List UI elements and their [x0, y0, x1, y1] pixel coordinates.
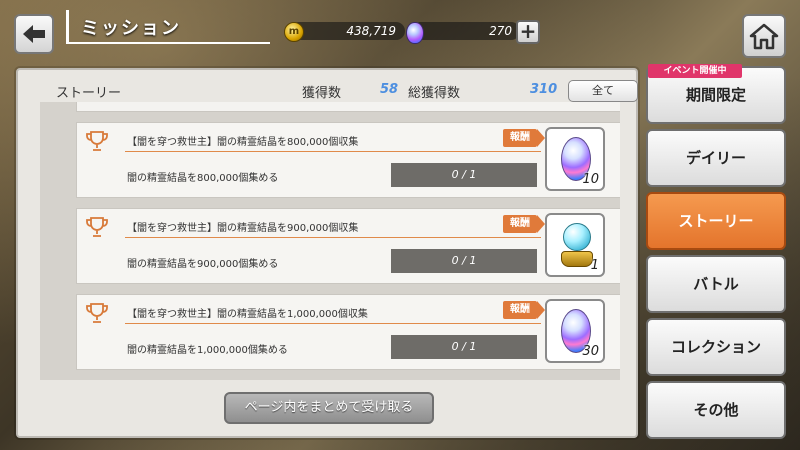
divider	[125, 237, 541, 238]
total-value: 310	[530, 82, 558, 97]
tab-battle[interactable]: バトル	[646, 255, 786, 313]
orb-stand	[561, 251, 593, 267]
list-item: 【闇を穿つ救世主】闇の精霊結晶を900,000個収集 報酬 闇の精霊結晶を900…	[76, 208, 620, 284]
mission-title: 【闇を穿つ救世主】闇の精霊結晶を900,000個収集	[127, 223, 359, 234]
mission-description: 闇の精霊結晶を1,000,000個集める	[127, 345, 288, 356]
mission-title: 【闇を穿つ救世主】闇の精霊結晶を800,000個収集	[127, 137, 359, 148]
reward-badge: 報酬	[503, 301, 545, 319]
crystal-orb-icon	[563, 223, 591, 251]
mission-list[interactable]: 【闇を穿つ救世主】闇の精霊結晶を800,000個収集 報酬 闇の精霊結晶を800…	[40, 102, 620, 380]
back-button[interactable]	[14, 14, 54, 54]
gem-amount: 270	[489, 24, 512, 38]
tab-story[interactable]: ストーリー	[646, 192, 786, 250]
progress-bar: 0 / 1	[391, 335, 537, 359]
panel-header: ストーリー 獲得数 58 総獲得数 310 全て	[40, 76, 638, 102]
gold-amount: 438,719	[346, 24, 396, 38]
list-item: 【闇を穿つ救世主】闇の精霊結晶を1,000,000個収集 報酬 闇の精霊結晶を1…	[76, 294, 620, 370]
reward-quantity: 30	[582, 344, 599, 359]
reward-item[interactable]: 30	[545, 299, 605, 363]
category-label: ストーリー	[56, 86, 122, 101]
collect-all-button[interactable]: ページ内をまとめて受け取る	[224, 392, 434, 424]
mission-title: 【闇を穿つ救世主】闇の精霊結晶を1,000,000個収集	[127, 309, 368, 320]
mission-description: 闇の精霊結晶を800,000個集める	[127, 173, 279, 184]
progress-bar: 0 / 1	[391, 249, 537, 273]
trophy-icon	[86, 217, 108, 237]
page-title-bar: ミッション	[66, 10, 270, 44]
total-label: 総獲得数	[408, 86, 461, 101]
home-button[interactable]	[742, 14, 786, 58]
page-title: ミッション	[81, 18, 181, 39]
tab-collection[interactable]: コレクション	[646, 318, 786, 376]
obtained-value: 58	[380, 82, 399, 97]
divider	[125, 151, 541, 152]
tab-daily[interactable]: デイリー	[646, 129, 786, 187]
obtained-label: 獲得数	[302, 86, 342, 101]
trophy-icon	[86, 303, 108, 323]
coin-icon: m	[284, 22, 304, 42]
mission-description: 闇の精霊結晶を900,000個集める	[127, 259, 279, 270]
back-arrow-icon	[23, 25, 45, 43]
event-badge: イベント開催中	[648, 64, 742, 78]
progress-bar: 0 / 1	[391, 163, 537, 187]
list-item: 【闇を穿つ救世主】闇の精霊結晶を800,000個収集 報酬 闇の精霊結晶を800…	[76, 122, 620, 198]
tab-other[interactable]: その他	[646, 381, 786, 439]
home-icon	[749, 23, 779, 50]
trophy-icon	[86, 131, 108, 151]
mission-panel: ストーリー 獲得数 58 総獲得数 310 全て 【闇を穿つ救世主】闇の精霊結晶…	[16, 68, 638, 438]
reward-badge: 報酬	[503, 215, 545, 233]
reward-quantity: 10	[582, 172, 599, 187]
reward-quantity: 1	[590, 258, 599, 273]
reward-item[interactable]: 1	[545, 213, 605, 277]
reward-badge: 報酬	[503, 129, 545, 147]
list-item-partial	[76, 102, 620, 112]
filter-button[interactable]: 全て	[568, 80, 638, 102]
gem-icon	[406, 22, 424, 44]
reward-item[interactable]: 10	[545, 127, 605, 191]
add-gems-button[interactable]: +	[516, 20, 540, 44]
divider	[125, 323, 541, 324]
